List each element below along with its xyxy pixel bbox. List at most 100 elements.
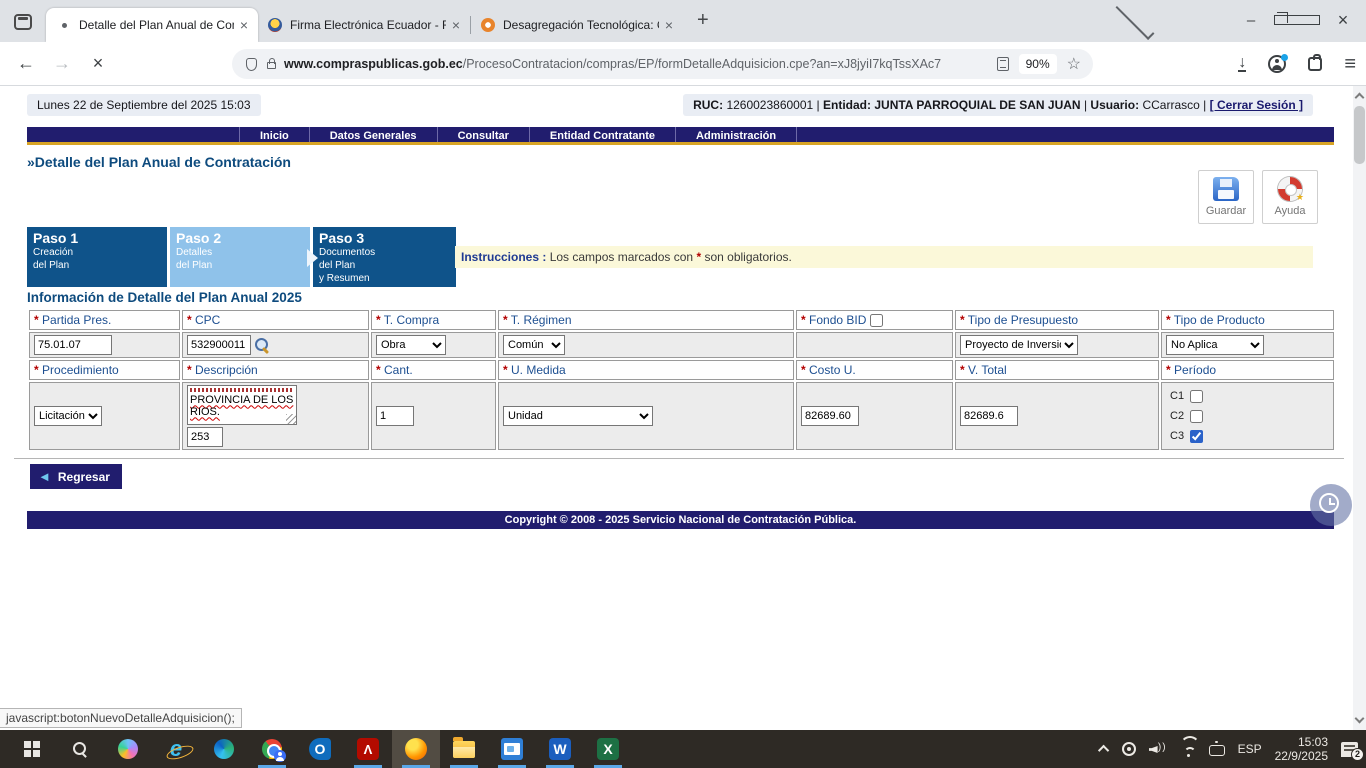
clock[interactable]: 15:03 22/9/2025 [1275, 735, 1328, 763]
zoom-level-indicator[interactable]: 90% [1019, 54, 1057, 74]
periodo-label: C2 [1170, 410, 1184, 422]
step-2-active[interactable]: Paso 2 Detalles del Plan [170, 227, 310, 287]
url-bar[interactable]: www.compraspublicas.gob.ec/ProcesoContra… [232, 49, 1093, 79]
tab-firma-electronica[interactable]: Firma Electrónica Ecuador - Firm × [258, 8, 470, 42]
scroll-down-arrow-icon[interactable] [1355, 714, 1365, 724]
descripcion-textarea[interactable]: PROVINCIA DE LOS RIOS. [187, 385, 297, 425]
tab-close-icon[interactable]: × [240, 17, 248, 33]
taskbar-firefox-button[interactable] [392, 730, 440, 768]
textarea-resize-handle[interactable] [286, 414, 296, 424]
t-compra-select[interactable]: Obra [376, 335, 446, 355]
url-path: /ProcesoContratacion/compras/EP/formDeta… [463, 57, 941, 71]
stop-loading-button[interactable]: × [80, 53, 116, 74]
main-navigation: Inicio Datos Generales Consultar Entidad… [27, 127, 1334, 145]
account-icon[interactable] [1268, 55, 1286, 73]
tab-close-icon[interactable]: × [665, 17, 673, 33]
step-line: Creación [33, 246, 167, 259]
chrome-icon [262, 739, 282, 759]
costo-u-input[interactable] [801, 406, 859, 426]
nav-consultar[interactable]: Consultar [437, 127, 529, 142]
volume-icon[interactable] [1149, 742, 1167, 756]
nav-inicio[interactable]: Inicio [239, 127, 309, 142]
header-costo-u: Costo U. [809, 363, 856, 377]
datetime-label: Lunes 22 de Septiembre del 2025 15:03 [27, 94, 261, 116]
nav-administracion[interactable]: Administración [675, 127, 797, 142]
bookmark-star-icon[interactable]: ☆ [1067, 54, 1081, 74]
taskbar-app-button[interactable] [488, 730, 536, 768]
restore-button[interactable] [1274, 12, 1320, 29]
record-icon[interactable] [1122, 742, 1136, 756]
step-1[interactable]: Paso 1 Creación del Plan [27, 227, 167, 287]
taskbar-chrome-button[interactable] [248, 730, 296, 768]
ruc-value: 1260023860001 [726, 98, 813, 112]
taskbar-search-button[interactable] [56, 730, 104, 768]
step-3[interactable]: Paso 3 Documentos del Plan y Resumen [313, 227, 456, 287]
save-floppy-icon [1213, 177, 1239, 201]
reader-mode-icon[interactable] [997, 57, 1009, 71]
url-text[interactable]: www.compraspublicas.gob.ec/ProcesoContra… [284, 57, 987, 71]
taskbar-ie-button[interactable]: e [152, 730, 200, 768]
taskbar-copilot-button[interactable] [104, 730, 152, 768]
list-tabs-chevron-icon[interactable] [1116, 1, 1155, 40]
floating-extension-widget[interactable] [1310, 484, 1352, 526]
step-title: Paso 2 [176, 230, 310, 246]
taskbar-word-button[interactable]: W [536, 730, 584, 768]
procedimiento-select[interactable]: Licitación [34, 406, 102, 426]
tracking-shield-icon[interactable] [246, 58, 257, 71]
taskbar-edge-button[interactable] [200, 730, 248, 768]
step-line: Documentos [319, 246, 456, 259]
lock-icon[interactable] [267, 62, 276, 69]
forward-button[interactable]: → [44, 53, 80, 74]
save-button[interactable]: Guardar [1198, 170, 1254, 224]
back-button[interactable]: ← [8, 53, 44, 74]
periodo-c1-checkbox[interactable] [1190, 390, 1203, 403]
downloads-icon[interactable]: ↓ [1238, 56, 1246, 72]
minimize-button[interactable]: – [1228, 12, 1274, 29]
taskbar-explorer-button[interactable] [440, 730, 488, 768]
start-button[interactable] [8, 730, 56, 768]
language-indicator[interactable]: ESP [1238, 742, 1262, 756]
edge-icon [214, 739, 234, 759]
meet-now-icon[interactable] [1209, 745, 1225, 756]
divider [14, 458, 1344, 459]
tab-desagregacion[interactable]: Desagregación Tecnológica: Cál × [471, 8, 683, 42]
u-medida-select[interactable]: Unidad [503, 406, 653, 426]
scrollbar-thumb[interactable] [1354, 106, 1365, 164]
scroll-up-arrow-icon[interactable] [1355, 93, 1365, 103]
tipo-producto-select[interactable]: No Aplica [1166, 335, 1264, 355]
tab-detalle-plan[interactable]: Detalle del Plan Anual de Contr × [46, 8, 258, 42]
periodo-label: C3 [1170, 430, 1184, 442]
v-total-input[interactable] [960, 406, 1018, 426]
t-regimen-select[interactable]: Común [503, 335, 565, 355]
logout-link[interactable]: [ Cerrar Sesión ] [1210, 98, 1303, 112]
vertical-scrollbar[interactable] [1353, 86, 1366, 730]
search-icon [73, 742, 87, 756]
ecuador-crest-favicon [268, 18, 282, 32]
nav-entidad-contratante[interactable]: Entidad Contratante [529, 127, 675, 142]
notifications-icon[interactable]: 2 [1341, 742, 1358, 757]
nav-datos-generales[interactable]: Datos Generales [309, 127, 437, 142]
taskbar-acrobat-button[interactable] [344, 730, 392, 768]
tray-time: 15:03 [1275, 735, 1328, 749]
tipo-presupuesto-select[interactable]: Proyecto de Inversión [960, 335, 1078, 355]
help-button[interactable]: Ayuda [1262, 170, 1318, 224]
new-tab-button[interactable]: + [697, 9, 709, 32]
cpc-input[interactable] [187, 335, 251, 355]
wifi-icon[interactable] [1180, 743, 1196, 756]
close-window-button[interactable]: × [1320, 10, 1366, 31]
tab-title: Detalle del Plan Anual de Contr [79, 18, 234, 32]
menu-icon[interactable]: ≡ [1344, 53, 1356, 76]
periodo-c3-checkbox[interactable] [1190, 430, 1203, 443]
extensions-icon[interactable] [1308, 57, 1322, 71]
periodo-c2-checkbox[interactable] [1190, 410, 1203, 423]
firefox-view-icon[interactable] [14, 14, 32, 30]
descripcion-code-input[interactable] [187, 427, 223, 447]
back-button-regresar[interactable]: ◄ Regresar [30, 464, 122, 489]
taskbar-excel-button[interactable]: X [584, 730, 632, 768]
cpc-search-icon[interactable] [255, 338, 269, 352]
taskbar-outlook-button[interactable]: O [296, 730, 344, 768]
cant-input[interactable] [376, 406, 414, 426]
partida-input[interactable] [34, 335, 112, 355]
fondo-bid-checkbox[interactable] [870, 314, 883, 327]
tab-close-icon[interactable]: × [452, 17, 460, 33]
